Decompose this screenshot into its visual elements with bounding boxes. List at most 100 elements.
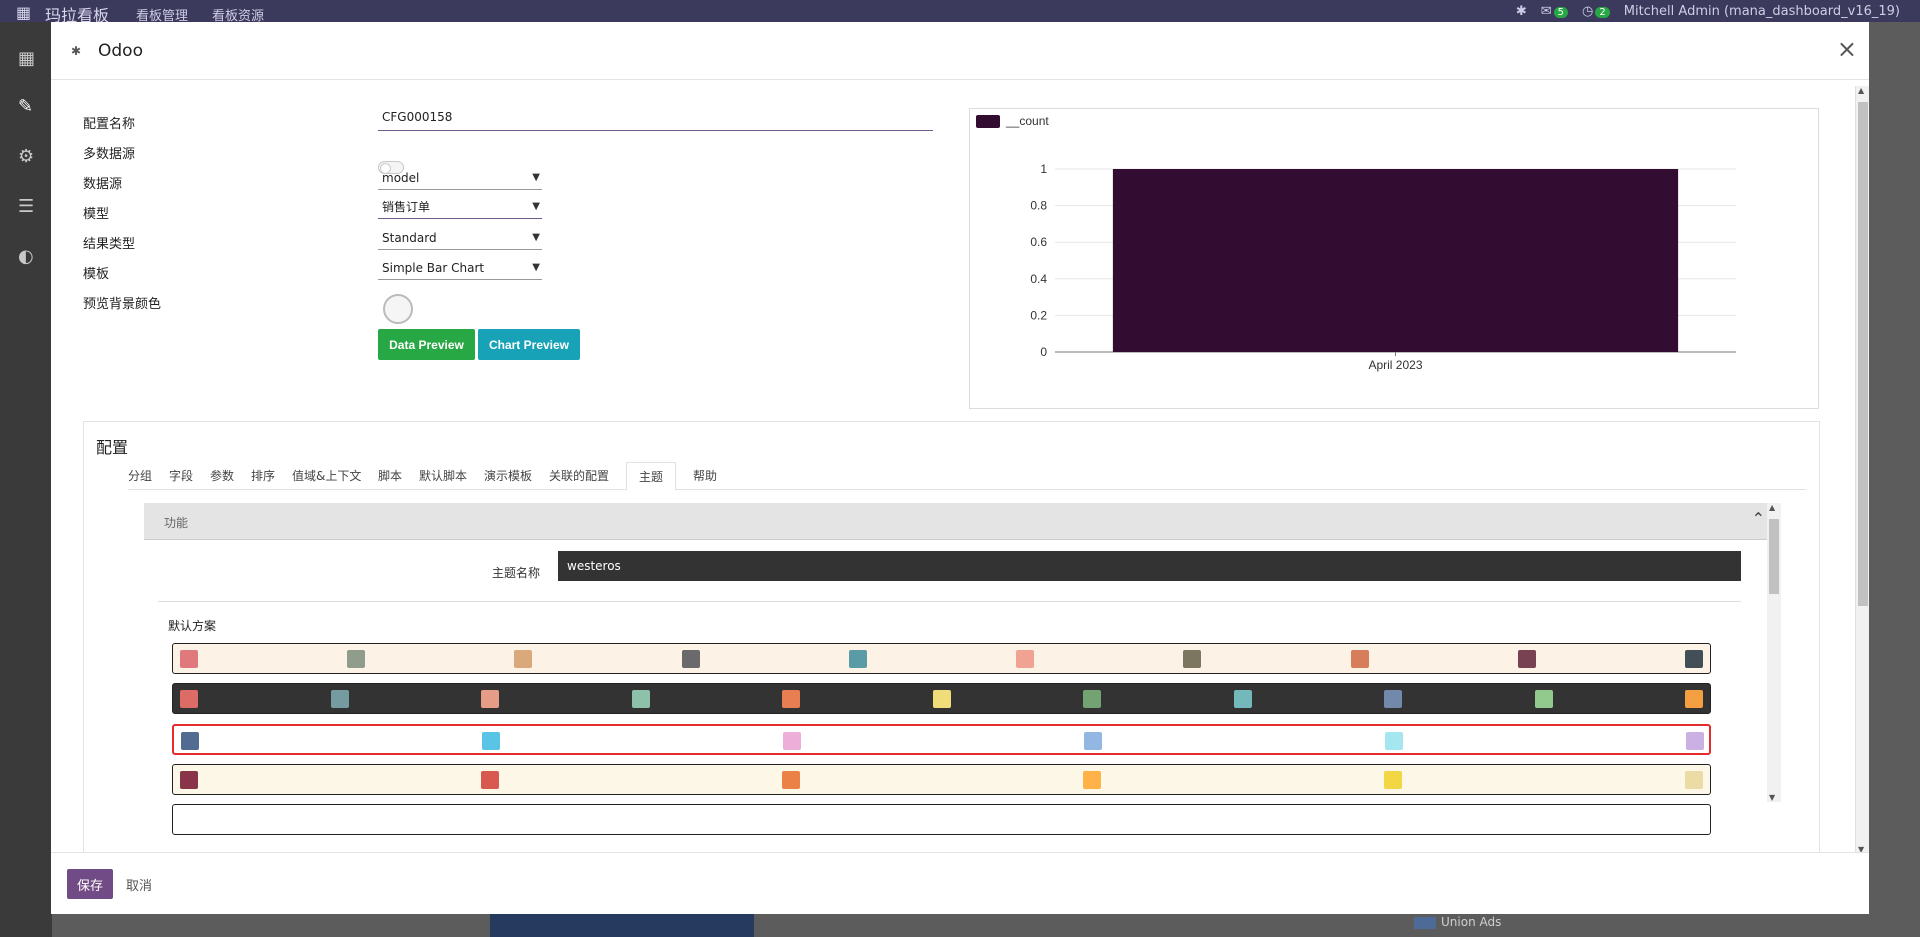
color-swatch: [932, 690, 951, 708]
color-swatch: [1084, 732, 1102, 750]
default-scheme-label: 默认方案: [168, 619, 217, 633]
divider: [158, 601, 1741, 602]
user-menu[interactable]: Mitchell Admin (mana_dashboard_v16_19): [1624, 4, 1900, 19]
y-tick-label: 1: [1040, 162, 1047, 176]
color-swatch: [482, 732, 500, 750]
modal-header: ✱ Odoo ×: [51, 22, 1869, 80]
chevron-down-icon: ▼: [532, 262, 540, 273]
modal-dialog: ✱ Odoo × 配置名称 CFG000158 多数据源 数据源 model ▼ …: [51, 22, 1869, 914]
scroll-up-icon[interactable]: ▲: [1858, 86, 1864, 95]
color-swatch: [1685, 690, 1703, 708]
tab-9[interactable]: 主题: [626, 462, 677, 491]
tab-2[interactable]: 参数: [210, 462, 234, 490]
tab-7[interactable]: 演示模板: [484, 462, 532, 490]
color-swatch: [1685, 771, 1703, 789]
color-swatch: [1083, 690, 1101, 708]
list-icon[interactable]: ☰: [18, 196, 34, 217]
color-swatch: [181, 732, 199, 750]
scroll-down-icon[interactable]: ▼: [1858, 845, 1864, 852]
tab-5[interactable]: 脚本: [378, 462, 402, 490]
template-value: Simple Bar Chart: [382, 261, 485, 275]
result-type-select[interactable]: Standard ▼: [378, 228, 542, 250]
background-legend: Union Ads: [1414, 915, 1501, 929]
color-scheme-row[interactable]: [172, 724, 1711, 755]
messages-icon[interactable]: ✉ 5: [1541, 4, 1569, 19]
bar: [1112, 169, 1679, 352]
color-scheme-row[interactable]: [172, 764, 1711, 795]
close-icon[interactable]: ×: [1837, 35, 1857, 63]
chevron-down-icon: ▼: [532, 201, 540, 212]
color-swatch: [1183, 650, 1202, 668]
tab-3[interactable]: 排序: [251, 462, 275, 490]
color-swatch: [782, 690, 800, 708]
apps-menu-icon[interactable]: ▦: [16, 3, 31, 22]
y-tick-label: 0: [1040, 345, 1047, 359]
scroll-up-icon[interactable]: ▲: [1769, 503, 1775, 512]
color-swatch: [180, 771, 198, 789]
contrast-icon[interactable]: ◐: [18, 246, 34, 267]
scroll-thumb[interactable]: [1769, 519, 1779, 594]
config-title: 配置: [96, 438, 129, 457]
brush-icon[interactable]: ✎: [18, 96, 33, 117]
result-type-value: Standard: [382, 231, 437, 245]
y-tick-label: 0.2: [1030, 308, 1047, 322]
color-scheme-row[interactable]: [172, 683, 1711, 714]
gear-icon[interactable]: ⚙: [18, 146, 34, 167]
data-preview-button[interactable]: Data Preview: [378, 329, 475, 360]
bug-icon: ✱: [71, 44, 82, 58]
tab-10[interactable]: 帮助: [693, 462, 717, 490]
activity-icon[interactable]: ◷ 2: [1582, 4, 1610, 19]
color-scheme-row[interactable]: [172, 643, 1711, 674]
theme-name-label: 主题名称: [492, 566, 541, 580]
legend-label: __count: [1005, 114, 1049, 128]
scroll-thumb[interactable]: [1858, 102, 1868, 606]
scroll-down-icon[interactable]: ▼: [1769, 793, 1775, 802]
dashboard-icon[interactable]: ▦: [18, 48, 35, 69]
color-swatch: [1385, 732, 1403, 750]
bg-color-picker[interactable]: [383, 294, 413, 324]
tab-4[interactable]: 值域&上下文: [292, 462, 361, 490]
tab-6[interactable]: 默认脚本: [419, 462, 467, 490]
messages-badge: 5: [1553, 7, 1569, 18]
color-swatch: [1685, 650, 1703, 668]
config-panel: 配置 分组 字段 参数 排序 值域&上下文 脚本 默认脚本 演示模板 关联的配置 主题 帮助 功能 …: [83, 421, 1820, 852]
tab-8[interactable]: 关联的配置: [549, 462, 609, 490]
color-swatch: [1517, 650, 1536, 668]
color-swatch: [347, 650, 366, 668]
cancel-button[interactable]: 取消: [126, 875, 152, 894]
label-multi-source: 多数据源: [83, 147, 136, 162]
color-swatch: [1686, 732, 1704, 750]
save-button[interactable]: 保存: [67, 869, 113, 899]
bug-icon[interactable]: ✱: [1516, 4, 1527, 19]
label-bg-color: 预览背景颜色: [83, 297, 162, 312]
color-swatch: [481, 690, 499, 708]
chevron-down-icon: ▼: [532, 172, 540, 183]
label-data-source: 数据源: [83, 177, 123, 192]
modal-scrollbar[interactable]: ▲ ▼: [1855, 86, 1869, 852]
color-swatch: [1534, 690, 1553, 708]
color-scheme-row[interactable]: [172, 804, 1711, 835]
chevron-down-icon: ▼: [532, 232, 540, 243]
color-swatch: [1083, 771, 1101, 789]
left-sidebar: ▦ ✎ ⚙ ☰ ◐: [0, 22, 52, 937]
data-source-select[interactable]: model ▼: [378, 168, 542, 190]
inner-scrollbar[interactable]: ▲ ▼: [1767, 503, 1781, 802]
color-swatch: [1384, 771, 1402, 789]
chart-preview-button[interactable]: Chart Preview: [478, 329, 580, 360]
modal-footer: 保存 取消: [51, 852, 1869, 914]
label-config-name: 配置名称: [83, 117, 136, 132]
data-source-value: model: [382, 171, 420, 185]
color-swatch: [631, 690, 650, 708]
tab-1[interactable]: 字段: [169, 462, 193, 490]
template-select[interactable]: Simple Bar Chart ▼: [378, 258, 542, 280]
model-select[interactable]: 销售订单 ▼: [378, 197, 542, 219]
legend-swatch: [976, 115, 1000, 128]
section-title: 功能: [164, 516, 189, 530]
y-tick-label: 0.4: [1030, 272, 1047, 286]
y-tick-label: 0.8: [1030, 199, 1047, 213]
tab-0[interactable]: 分组: [128, 462, 152, 490]
theme-name-input[interactable]: westeros: [558, 551, 1741, 581]
chevron-up-icon[interactable]: ⌃: [1752, 509, 1765, 528]
section-header[interactable]: 功能 ⌃: [144, 503, 1773, 540]
config-name-input[interactable]: CFG000158: [378, 110, 933, 131]
